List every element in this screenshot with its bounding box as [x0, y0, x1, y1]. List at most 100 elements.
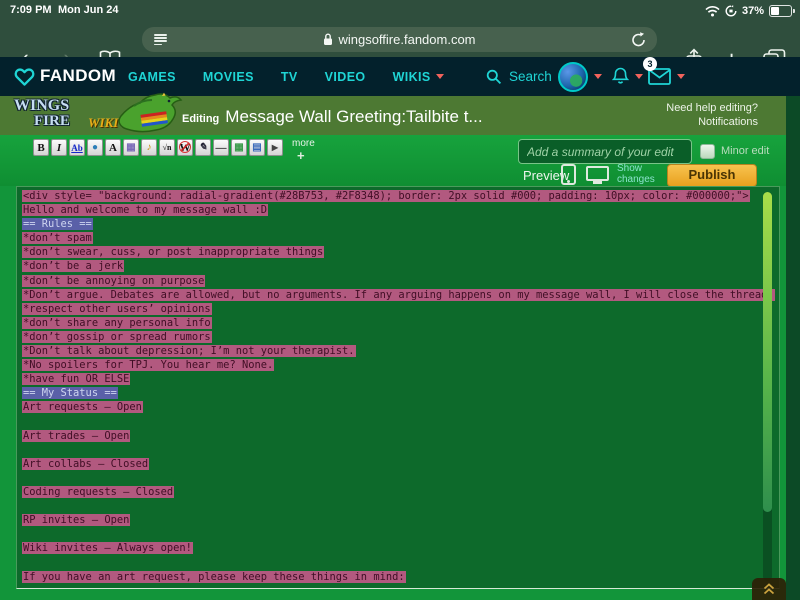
search-label: Search: [509, 69, 552, 84]
editor-lines: <div style= "background: radial-gradient…: [22, 189, 775, 584]
nav-link-video[interactable]: VIDEO: [325, 70, 366, 84]
search-icon: [486, 69, 502, 85]
page-title: Message Wall Greeting:Tailbite t...: [225, 107, 482, 127]
clock: 7:09 PM: [10, 4, 52, 16]
editor-line: Wiki invites — Always open!: [22, 541, 775, 555]
editor-line: *respect other users’ opinions: [22, 302, 775, 316]
editor-toolbar-area: BIAb●A▦♪√nW✎—▦▤▶ more + Minor edit Previ…: [0, 135, 786, 186]
editor-line: *don’t share any personal info: [22, 316, 775, 330]
toolbar-signature-button[interactable]: ✎: [195, 139, 211, 156]
toolbar-headline-button[interactable]: A: [105, 139, 121, 156]
toolbar-slideshow-button[interactable]: ▤: [249, 139, 265, 156]
editor-line: Art trades — Open: [22, 429, 775, 443]
toolbar-math-button[interactable]: √n: [159, 139, 175, 156]
avatar[interactable]: [558, 62, 588, 92]
wifi-icon: [705, 6, 720, 17]
editor-line: *don’t gossip or spread rumors: [22, 330, 775, 344]
editor-line: Art collabs — Closed: [22, 457, 775, 471]
show-changes-button[interactable]: Show changes: [617, 164, 655, 185]
editor-line: Art requests — Open: [22, 400, 775, 414]
toolbar-media-link-button[interactable]: ♪: [141, 139, 157, 156]
nav-link-tv[interactable]: TV: [281, 70, 298, 84]
screen: 7:09 PM Mon Jun 24 37% ‹ › wingsoffi: [0, 0, 800, 600]
toolbar-internal-link-button[interactable]: Ab: [69, 139, 85, 156]
logo-text-fire: FIRE: [34, 113, 70, 130]
minor-edit-checkbox[interactable]: [700, 144, 715, 159]
editor-scrollbar-thumb[interactable]: [763, 192, 772, 512]
publish-button[interactable]: Publish: [667, 164, 757, 187]
editor-line: == Rules ==: [22, 217, 775, 231]
editor-line: *don’t swear, cuss, or post inappropriat…: [22, 245, 775, 259]
editor-line: [22, 527, 775, 541]
browser-toolbar: ‹ › wingsoffire.fandom.com +: [0, 22, 800, 57]
chevron-down-icon: [436, 74, 444, 79]
more-tools-plus[interactable]: +: [297, 148, 305, 163]
fandom-global-nav: FANDOM GAMES MOVIES TV VIDEO WIKIS Search 3: [0, 57, 800, 96]
rotation-lock-icon: [725, 5, 737, 17]
fandom-logo[interactable]: FANDOM: [13, 65, 116, 87]
wiki-header: WINGS FIRE WIKI Editin: [0, 96, 786, 135]
editor-line: *have fun OR ELSE: [22, 372, 775, 386]
toolbar-nowiki-button[interactable]: W: [177, 139, 193, 156]
lock-icon: [323, 33, 333, 46]
status-bar: 7:09 PM Mon Jun 24 37%: [0, 0, 800, 22]
editor-line: *Don’t talk about depression; I’m not yo…: [22, 344, 775, 358]
editor-line: [22, 499, 775, 513]
battery-percent: 37%: [742, 5, 764, 17]
chevron-down-icon[interactable]: [677, 74, 685, 79]
editor-line: *Don’t argue. Debates are allowed, but n…: [22, 288, 775, 302]
editor-line: == My Status ==: [22, 386, 775, 400]
notifications-link[interactable]: Notifications: [666, 116, 758, 130]
toolbar-external-link-button[interactable]: ●: [87, 139, 103, 156]
editing-label: Editing: [182, 113, 219, 125]
back-to-top-button[interactable]: [752, 578, 786, 600]
fandom-heart-icon: [13, 65, 36, 87]
page-scroll-gutter: [786, 96, 800, 600]
edit-summary-input[interactable]: [518, 139, 692, 164]
need-help-editing-link[interactable]: Need help editing?: [666, 102, 758, 116]
battery-icon: [769, 5, 792, 17]
message-count-badge: 3: [643, 57, 657, 71]
toolbar-video-button[interactable]: ▶: [267, 139, 283, 156]
editor-line: Hello and welcome to my message wall :D: [22, 203, 775, 217]
editor-line: *don’t spam: [22, 231, 775, 245]
editor-line: If you have an art request, please keep …: [22, 570, 775, 584]
editor-line: [22, 471, 775, 485]
fandom-nav-links: GAMES MOVIES TV VIDEO WIKIS: [128, 57, 444, 96]
nav-link-wikis[interactable]: WIKIS: [393, 70, 444, 84]
dragon-logo-icon: [114, 92, 186, 136]
toolbar-embedded-file-button[interactable]: ▦: [123, 139, 139, 156]
toolbar-italic-button[interactable]: I: [51, 139, 67, 156]
messages-icon[interactable]: 3: [648, 68, 671, 85]
preview-mobile-icon[interactable]: [561, 164, 576, 185]
toolbar-gallery-button[interactable]: ▦: [231, 139, 247, 156]
fandom-wordmark: FANDOM: [40, 66, 116, 86]
toolbar-bold-button[interactable]: B: [33, 139, 49, 156]
nav-link-games[interactable]: GAMES: [128, 70, 176, 84]
reader-view-icon[interactable]: [154, 34, 167, 45]
editor-line: [22, 415, 775, 429]
address-bar[interactable]: wingsoffire.fandom.com: [142, 27, 657, 52]
toolbar-horizontal-line-button[interactable]: —: [213, 139, 229, 156]
wings-of-fire-logo[interactable]: WINGS FIRE WIKI: [10, 94, 182, 138]
chevron-down-icon[interactable]: [594, 74, 602, 79]
editor-line: [22, 555, 775, 569]
minor-edit-label: Minor edit: [721, 145, 769, 157]
date: Mon Jun 24: [58, 4, 119, 16]
bell-icon[interactable]: [612, 67, 629, 86]
editor-line: Coding requests — Closed: [22, 485, 775, 499]
preview-desktop-icon[interactable]: [586, 166, 609, 181]
reload-icon[interactable]: [631, 32, 646, 48]
search-button[interactable]: Search: [486, 57, 552, 96]
url-text: wingsoffire.fandom.com: [338, 32, 475, 47]
chevron-down-icon[interactable]: [635, 74, 643, 79]
editor-line: [22, 443, 775, 457]
editor-line: *don’t be annoying on purpose: [22, 274, 775, 288]
editor-line: RP invites — Open: [22, 513, 775, 527]
editor-line: *don’t be a jerk: [22, 259, 775, 273]
wikitext-editor[interactable]: <div style= "background: radial-gradient…: [16, 186, 780, 589]
double-chevron-up-icon: [762, 582, 776, 596]
editor-line: *No spoilers for TPJ. You hear me? None.: [22, 358, 775, 372]
nav-link-movies[interactable]: MOVIES: [203, 70, 254, 84]
wikitext-toolbar: BIAb●A▦♪√nW✎—▦▤▶: [33, 139, 285, 156]
